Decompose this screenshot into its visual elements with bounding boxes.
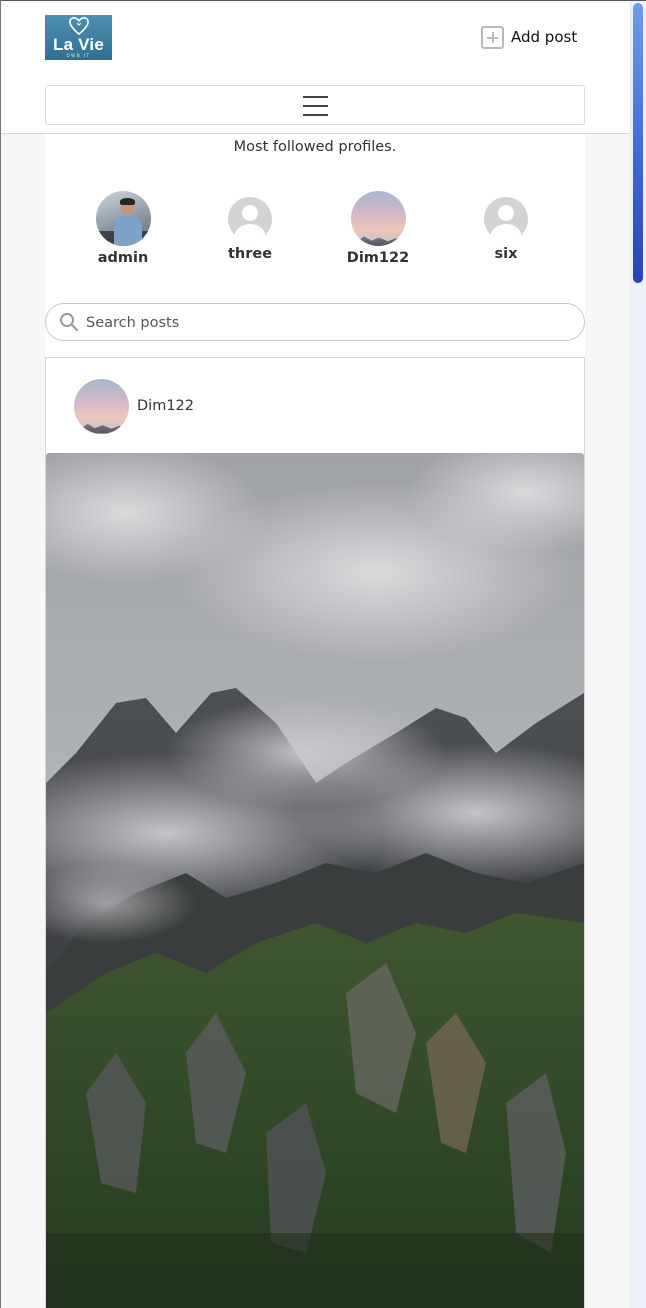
logo-text: La Vie <box>53 35 104 54</box>
profile-three[interactable]: three <box>195 191 305 262</box>
profile-name: three <box>227 246 273 262</box>
profile-name: six <box>494 246 518 262</box>
add-post-button[interactable]: Add post <box>481 25 577 49</box>
search-bar[interactable] <box>45 303 585 341</box>
user-silhouette-icon <box>228 197 272 241</box>
profile-name: admin <box>97 250 149 266</box>
hamburger-icon <box>303 96 328 116</box>
most-followed-profiles: admin three Dim122 six <box>45 191 585 271</box>
post-card: Dim122 <box>45 357 585 1308</box>
avatar <box>74 378 129 434</box>
post-author[interactable]: Dim122 <box>74 378 194 434</box>
logo-subtext: OWN IT <box>66 53 91 58</box>
search-input[interactable] <box>86 312 566 333</box>
heart-icon <box>69 16 89 36</box>
menu-toggle-button[interactable] <box>45 85 585 125</box>
add-post-label: Add post <box>511 28 578 46</box>
post-image[interactable] <box>46 453 584 1308</box>
profile-six[interactable]: six <box>451 191 561 262</box>
main-content: Most followed profiles. admin three Dim1… <box>45 134 585 1308</box>
avatar <box>95 191 151 246</box>
avatar <box>350 191 406 246</box>
mountain-photo <box>46 453 584 1308</box>
profile-admin[interactable]: admin <box>68 191 178 266</box>
profile-name: Dim122 <box>346 250 410 266</box>
profile-dim122[interactable]: Dim122 <box>323 191 433 266</box>
user-silhouette-icon <box>484 197 528 241</box>
top-navbar: La Vie OWN IT Add post <box>0 0 630 134</box>
most-followed-title: Most followed profiles. <box>233 139 397 155</box>
post-author-name: Dim122 <box>137 398 194 414</box>
search-icon <box>60 313 79 332</box>
plus-square-icon <box>481 25 504 49</box>
scrollbar[interactable] <box>630 0 646 1308</box>
scrollbar-thumb[interactable] <box>633 3 643 283</box>
site-logo[interactable]: La Vie OWN IT <box>45 15 112 60</box>
